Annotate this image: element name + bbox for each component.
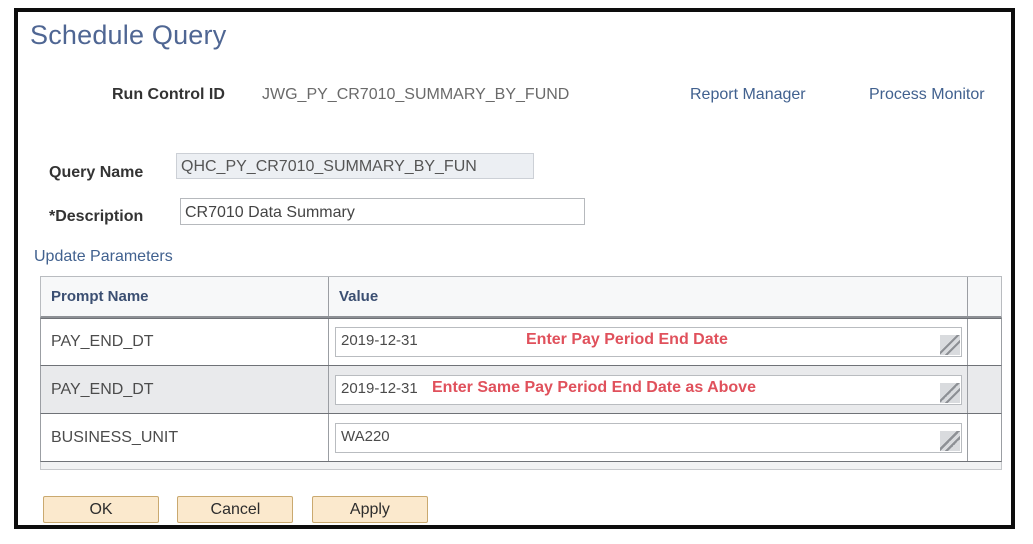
apply-button[interactable]: Apply xyxy=(311,496,428,523)
window-content: Schedule Query Run Control ID JWG_PY_CR7… xyxy=(18,12,1011,525)
value-textarea[interactable]: WA220 xyxy=(335,422,962,453)
cell-spacer xyxy=(968,414,1001,461)
table-row: BUSINESS_UNIT WA220 xyxy=(40,414,1002,462)
cell-spacer xyxy=(968,366,1001,413)
run-control-id-value: JWG_PY_CR7010_SUMMARY_BY_FUND xyxy=(262,86,570,103)
run-control-row: Run Control ID JWG_PY_CR7010_SUMMARY_BY_… xyxy=(18,86,1011,110)
description-label: *Description xyxy=(49,208,144,225)
ok-button[interactable]: OK xyxy=(43,496,159,523)
cell-value: 2019-12-31 Enter Same Pay Period End Dat… xyxy=(329,366,968,413)
cell-prompt-name: PAY_END_DT xyxy=(41,366,329,413)
update-parameters-link[interactable]: Update Parameters xyxy=(34,248,173,266)
table-row: PAY_END_DT 2019-12-31 Enter Pay Period E… xyxy=(40,318,1002,366)
page-title: Schedule Query xyxy=(30,20,227,50)
column-header-spacer xyxy=(968,277,1001,316)
column-header-value: Value xyxy=(329,277,968,316)
value-text: 2019-12-31 xyxy=(341,332,418,349)
description-input[interactable]: CR7010 Data Summary xyxy=(180,198,585,225)
run-control-id-label: Run Control ID xyxy=(112,86,225,103)
resize-grip-icon[interactable] xyxy=(940,382,960,403)
annotation-note: Enter Same Pay Period End Date as Above xyxy=(432,378,756,396)
report-manager-link[interactable]: Report Manager xyxy=(690,86,806,104)
parameters-grid: Prompt Name Value PAY_END_DT 2019-12-31 … xyxy=(40,276,1002,470)
cell-prompt-name: BUSINESS_UNIT xyxy=(41,414,329,461)
cancel-button[interactable]: Cancel xyxy=(177,496,294,523)
annotation-note: Enter Pay Period End Date xyxy=(526,331,728,348)
process-monitor-link[interactable]: Process Monitor xyxy=(869,86,985,104)
application-window: Schedule Query Run Control ID JWG_PY_CR7… xyxy=(14,8,1015,529)
cell-spacer xyxy=(968,319,1001,365)
button-bar: OK Cancel Apply xyxy=(43,496,442,523)
column-header-prompt-name: Prompt Name xyxy=(41,277,329,316)
cell-value: 2019-12-31 Enter Pay Period End Date xyxy=(329,319,968,365)
query-name-label: Query Name xyxy=(49,164,144,181)
grid-footer-shelf xyxy=(40,462,1002,470)
value-text: 2019-12-31 xyxy=(341,379,418,397)
resize-grip-icon[interactable] xyxy=(940,335,960,355)
resize-grip-icon[interactable] xyxy=(940,430,960,451)
query-name-field: QHC_PY_CR7010_SUMMARY_BY_FUN xyxy=(176,153,534,179)
table-row: PAY_END_DT 2019-12-31 Enter Same Pay Per… xyxy=(40,366,1002,414)
value-textarea[interactable]: 2019-12-31 Enter Pay Period End Date xyxy=(335,327,962,357)
grid-header-row: Prompt Name Value xyxy=(40,276,1002,318)
value-textarea[interactable]: 2019-12-31 Enter Same Pay Period End Dat… xyxy=(335,374,962,405)
cell-value: WA220 xyxy=(329,414,968,461)
cell-prompt-name: PAY_END_DT xyxy=(41,319,329,365)
value-text: WA220 xyxy=(341,427,390,445)
